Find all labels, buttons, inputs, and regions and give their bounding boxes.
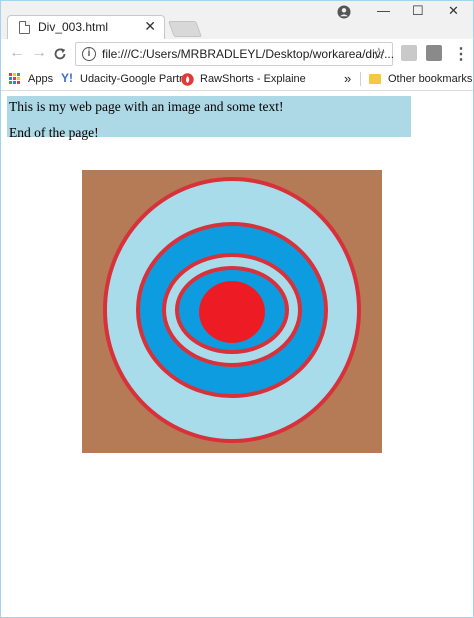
text-div: This is my web page with an image and so… bbox=[7, 96, 411, 140]
page-text-line2: End of the page! bbox=[9, 125, 99, 140]
bullseye bbox=[199, 281, 265, 343]
reload-icon[interactable] bbox=[53, 47, 67, 61]
bookmark-star-icon[interactable]: ☆ bbox=[372, 44, 386, 64]
rawshorts-icon bbox=[181, 73, 194, 86]
target-image bbox=[82, 170, 382, 453]
back-arrow-icon[interactable]: ← bbox=[9, 44, 25, 62]
extension-icon[interactable] bbox=[401, 45, 417, 61]
info-icon[interactable]: i bbox=[82, 47, 96, 61]
tab-close-icon[interactable]: ✕ bbox=[144, 18, 156, 35]
profile-icon[interactable] bbox=[337, 5, 351, 19]
folder-icon bbox=[369, 74, 381, 84]
window-close-button[interactable]: ✕ bbox=[448, 3, 459, 19]
browser-window: Div_003.html ✕ — ☐ ✕ ← → i file:///C:/Us… bbox=[0, 0, 474, 618]
page-text-line1: This is my web page with an image and so… bbox=[9, 99, 284, 114]
toolbar: ← → i file:///C:/Users/MRBRADLEYL/Deskto… bbox=[1, 39, 473, 69]
menu-icon[interactable]: ⋮ bbox=[453, 44, 469, 64]
bookmark-other[interactable]: Other bookmarks bbox=[388, 73, 472, 85]
page-icon bbox=[19, 21, 30, 34]
yahoo-icon: Y! bbox=[61, 71, 73, 85]
minimize-button[interactable]: — bbox=[377, 3, 390, 18]
extension-icon[interactable] bbox=[426, 45, 442, 61]
address-bar[interactable]: i file:///C:/Users/MRBRADLEYL/Desktop/wo… bbox=[75, 42, 395, 66]
apps-grid-icon[interactable] bbox=[9, 73, 21, 85]
maximize-button[interactable]: ☐ bbox=[412, 3, 424, 19]
divider bbox=[360, 72, 361, 86]
tab-title: Div_003.html bbox=[38, 20, 109, 34]
bookmark-udacity[interactable]: Udacity-Google Partr bbox=[80, 73, 183, 85]
bookmark-apps[interactable]: Apps bbox=[28, 73, 53, 85]
url-text: file:///C:/Users/MRBRADLEYL/Desktop/work… bbox=[102, 47, 395, 61]
bookmark-rawshorts[interactable]: RawShorts - Explaine bbox=[200, 73, 306, 85]
page-viewport: This is my web page with an image and so… bbox=[1, 92, 473, 617]
tab-strip: Div_003.html ✕ — ☐ ✕ bbox=[1, 1, 473, 39]
forward-arrow-icon[interactable]: → bbox=[31, 44, 47, 62]
bookmarks-bar: Apps Y! Udacity-Google Partr RawShorts -… bbox=[1, 69, 473, 91]
new-tab-button[interactable] bbox=[168, 21, 202, 37]
tab-active[interactable]: Div_003.html ✕ bbox=[7, 15, 165, 39]
bookmarks-overflow-icon[interactable]: » bbox=[344, 71, 351, 86]
